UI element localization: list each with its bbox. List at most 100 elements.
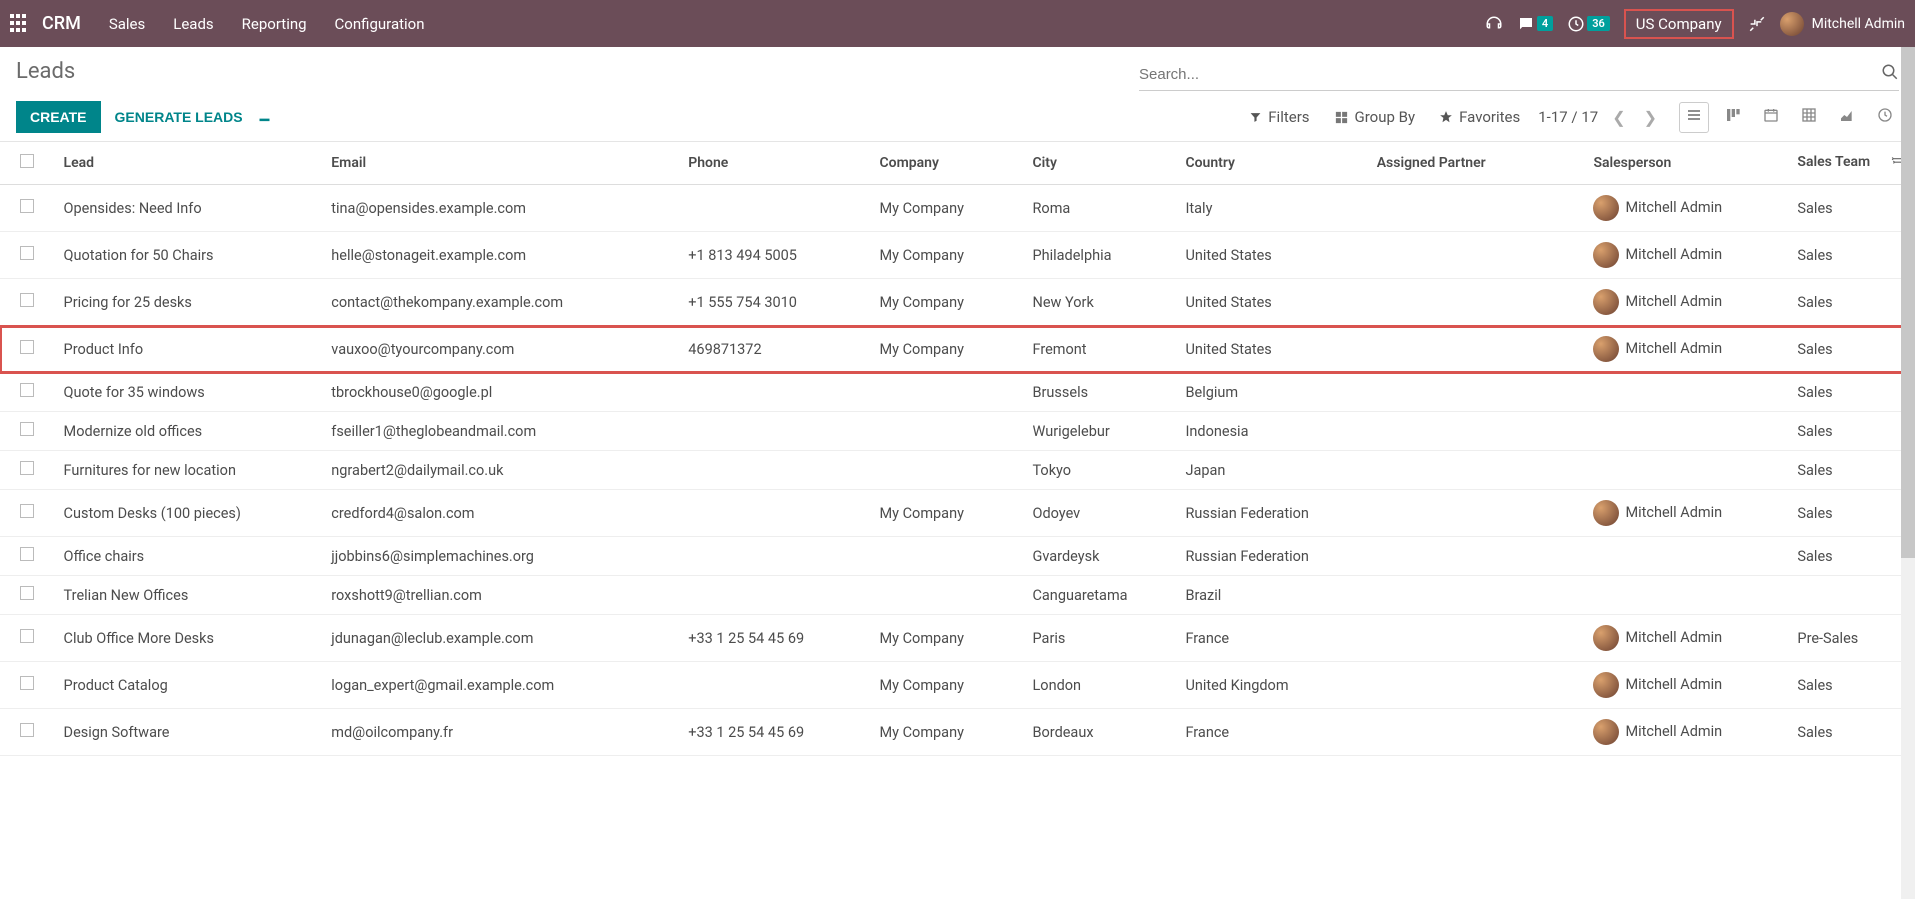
cell-team: Sales [1787, 490, 1915, 537]
cell-phone: +1 813 494 5005 [678, 232, 869, 279]
search-bar[interactable] [1139, 59, 1899, 91]
cell-phone [678, 373, 869, 412]
cell-phone: +33 1 25 54 45 69 [678, 615, 869, 662]
cell-salesperson: Mitchell Admin [1625, 293, 1722, 310]
table-row[interactable]: Custom Desks (100 pieces) credford4@salo… [0, 490, 1915, 537]
create-button[interactable]: CREATE [16, 101, 101, 133]
scrollbar[interactable] [1901, 47, 1915, 899]
cell-phone [678, 412, 869, 451]
generate-leads-button[interactable]: GENERATE LEADS [115, 109, 243, 125]
col-city[interactable]: City [1022, 142, 1175, 185]
favorites-button[interactable]: Favorites [1439, 108, 1520, 126]
voip-icon[interactable] [1485, 15, 1503, 33]
cell-phone [678, 576, 869, 615]
nav-leads[interactable]: Leads [173, 15, 213, 33]
activity-icon[interactable]: 36 [1567, 15, 1610, 33]
groupby-button[interactable]: Group By [1334, 108, 1416, 126]
cell-city: Bordeaux [1022, 709, 1175, 756]
filters-button[interactable]: Filters [1249, 108, 1309, 126]
debug-icon[interactable] [1748, 15, 1766, 33]
row-checkbox[interactable] [20, 293, 34, 307]
cell-salesperson: Mitchell Admin [1625, 246, 1722, 263]
table-row[interactable]: Modernize old offices fseiller1@theglobe… [0, 412, 1915, 451]
row-checkbox[interactable] [20, 246, 34, 260]
nav-configuration[interactable]: Configuration [335, 15, 425, 33]
row-checkbox[interactable] [20, 340, 34, 354]
col-country[interactable]: Country [1175, 142, 1366, 185]
view-calendar-icon[interactable] [1757, 103, 1785, 132]
table-row[interactable]: Pricing for 25 desks contact@thekompany.… [0, 279, 1915, 326]
discuss-icon[interactable]: 4 [1517, 15, 1553, 33]
col-team[interactable]: Sales Team [1797, 154, 1870, 170]
import-icon[interactable] [257, 108, 272, 127]
table-row[interactable]: Club Office More Desks jdunagan@leclub.e… [0, 615, 1915, 662]
view-list-icon[interactable] [1679, 102, 1709, 133]
table-row[interactable]: Product Catalog logan_expert@gmail.examp… [0, 662, 1915, 709]
leads-table-wrap: Lead Email Phone Company City Country As… [0, 142, 1915, 756]
view-graph-icon[interactable] [1833, 103, 1861, 132]
avatar-icon [1780, 12, 1804, 36]
col-salesperson[interactable]: Salesperson [1583, 142, 1787, 185]
groupby-label: Group By [1355, 108, 1416, 126]
cell-lead: Modernize old offices [54, 412, 322, 451]
search-input[interactable] [1139, 66, 1881, 83]
cell-city: Gvardeysk [1022, 537, 1175, 576]
cell-lead: Trelian New Offices [54, 576, 322, 615]
cell-country: Indonesia [1175, 412, 1366, 451]
table-row[interactable]: Quotation for 50 Chairs helle@stonageit.… [0, 232, 1915, 279]
row-checkbox[interactable] [20, 629, 34, 643]
table-row[interactable]: Trelian New Offices roxshott9@trellian.c… [0, 576, 1915, 615]
cell-city: Brussels [1022, 373, 1175, 412]
view-kanban-icon[interactable] [1719, 103, 1747, 132]
row-checkbox[interactable] [20, 199, 34, 213]
cell-city: Odoyev [1022, 490, 1175, 537]
row-checkbox[interactable] [20, 383, 34, 397]
col-company[interactable]: Company [870, 142, 1023, 185]
top-navbar: CRM Sales Leads Reporting Configuration … [0, 0, 1915, 47]
cell-partner [1367, 326, 1584, 373]
cell-salesperson: Mitchell Admin [1625, 340, 1722, 357]
view-pivot-icon[interactable] [1795, 103, 1823, 132]
row-checkbox[interactable] [20, 422, 34, 436]
table-row[interactable]: Design Software md@oilcompany.fr +33 1 2… [0, 709, 1915, 756]
cell-company: My Company [870, 662, 1023, 709]
cell-email: credford4@salon.com [321, 490, 678, 537]
row-checkbox[interactable] [20, 547, 34, 561]
avatar-icon [1593, 500, 1619, 526]
cell-team: Sales [1787, 709, 1915, 756]
col-phone[interactable]: Phone [678, 142, 869, 185]
app-brand[interactable]: CRM [42, 13, 81, 34]
row-checkbox[interactable] [20, 723, 34, 737]
cell-email: fseiller1@theglobeandmail.com [321, 412, 678, 451]
nav-reporting[interactable]: Reporting [242, 15, 307, 33]
row-checkbox[interactable] [20, 676, 34, 690]
select-all-checkbox[interactable] [20, 154, 34, 168]
cell-country: Belgium [1175, 373, 1366, 412]
table-row[interactable]: Furnitures for new location ngrabert2@da… [0, 451, 1915, 490]
cell-lead: Quotation for 50 Chairs [54, 232, 322, 279]
col-lead[interactable]: Lead [54, 142, 322, 185]
pager-prev-icon[interactable]: ❮ [1608, 108, 1629, 127]
pager-next-icon[interactable]: ❯ [1640, 108, 1661, 127]
col-partner[interactable]: Assigned Partner [1367, 142, 1584, 185]
row-checkbox[interactable] [20, 461, 34, 475]
col-email[interactable]: Email [321, 142, 678, 185]
cell-city: Wurigelebur [1022, 412, 1175, 451]
apps-icon[interactable] [10, 14, 30, 34]
company-selector[interactable]: US Company [1624, 9, 1734, 39]
search-icon[interactable] [1881, 63, 1899, 86]
cell-email: jjobbins6@simplemachines.org [321, 537, 678, 576]
table-row[interactable]: Quote for 35 windows tbrockhouse0@google… [0, 373, 1915, 412]
table-row[interactable]: Office chairs jjobbins6@simplemachines.o… [0, 537, 1915, 576]
row-checkbox[interactable] [20, 586, 34, 600]
table-row[interactable]: Product Info vauxoo@tyourcompany.com 469… [0, 326, 1915, 373]
view-activity-icon[interactable] [1871, 103, 1899, 132]
cell-lead: Product Info [54, 326, 322, 373]
row-checkbox[interactable] [20, 504, 34, 518]
nav-sales[interactable]: Sales [109, 15, 145, 33]
cell-lead: Quote for 35 windows [54, 373, 322, 412]
cell-company: My Company [870, 326, 1023, 373]
table-row[interactable]: Opensides: Need Info tina@opensides.exam… [0, 185, 1915, 232]
nav-menu: Sales Leads Reporting Configuration [109, 15, 425, 33]
user-menu[interactable]: Mitchell Admin [1780, 12, 1905, 36]
